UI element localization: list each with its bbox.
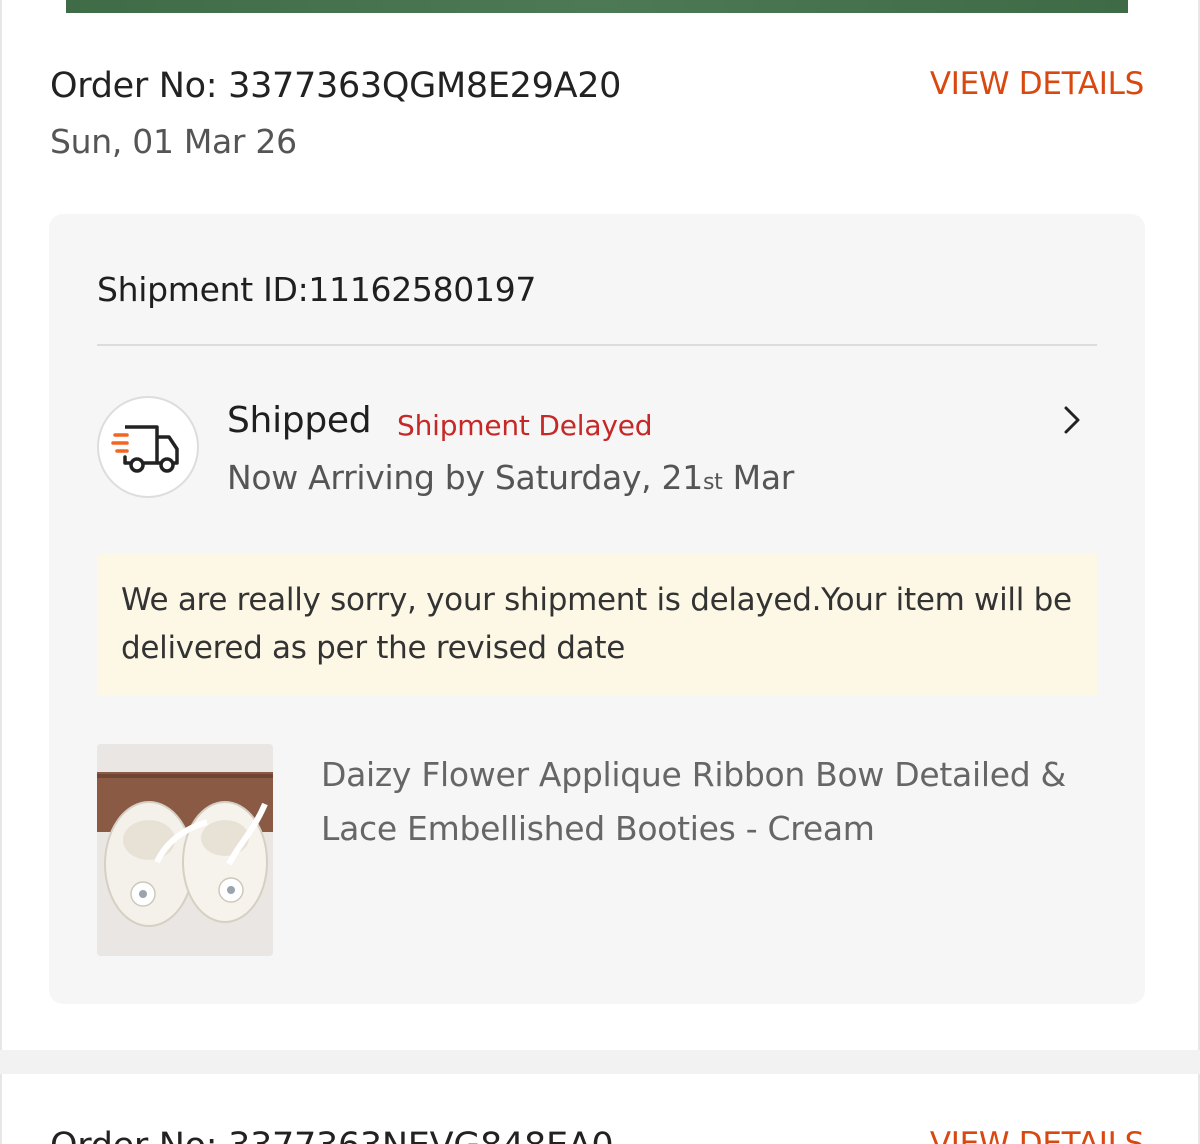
shipment-id: Shipment ID:11162580197 xyxy=(97,270,537,309)
order-date: Sun, 01 Mar 26 xyxy=(50,122,297,161)
chevron-right-icon[interactable] xyxy=(1057,400,1087,440)
shipment-card: Shipment ID:11162580197 Shipped Shipment… xyxy=(49,214,1145,1004)
delay-message: We are really sorry, your shipment is de… xyxy=(97,554,1097,696)
product-name[interactable]: Daizy Flower Applique Ribbon Bow Detaile… xyxy=(321,748,1081,856)
arrival-text: Now Arriving by Saturday, 21 xyxy=(227,458,703,497)
status-badge: Shipment Delayed xyxy=(397,409,653,442)
next-order-number: Order No: 3377363NEVG848EA0 xyxy=(50,1126,614,1144)
arrival-ordinal: st xyxy=(702,470,723,495)
section-separator xyxy=(0,1050,1200,1074)
truck-icon xyxy=(97,396,199,498)
shipment-status: Shipped xyxy=(227,400,372,441)
previous-item-banner xyxy=(66,0,1128,13)
arrival-date: Now Arriving by Saturday, 21st Mar xyxy=(227,458,794,497)
view-details-link[interactable]: VIEW DETAILS xyxy=(930,66,1144,102)
left-border xyxy=(0,0,2,1144)
next-view-details-link[interactable]: VIEW DETAILS xyxy=(930,1126,1144,1144)
orders-page: Order No: 3377363QGM8E29A20 Sun, 01 Mar … xyxy=(0,0,1200,1144)
order-number: Order No: 3377363QGM8E29A20 xyxy=(50,66,622,106)
divider xyxy=(97,344,1097,346)
product-image[interactable] xyxy=(97,744,273,956)
arrival-month: Mar xyxy=(722,458,795,497)
